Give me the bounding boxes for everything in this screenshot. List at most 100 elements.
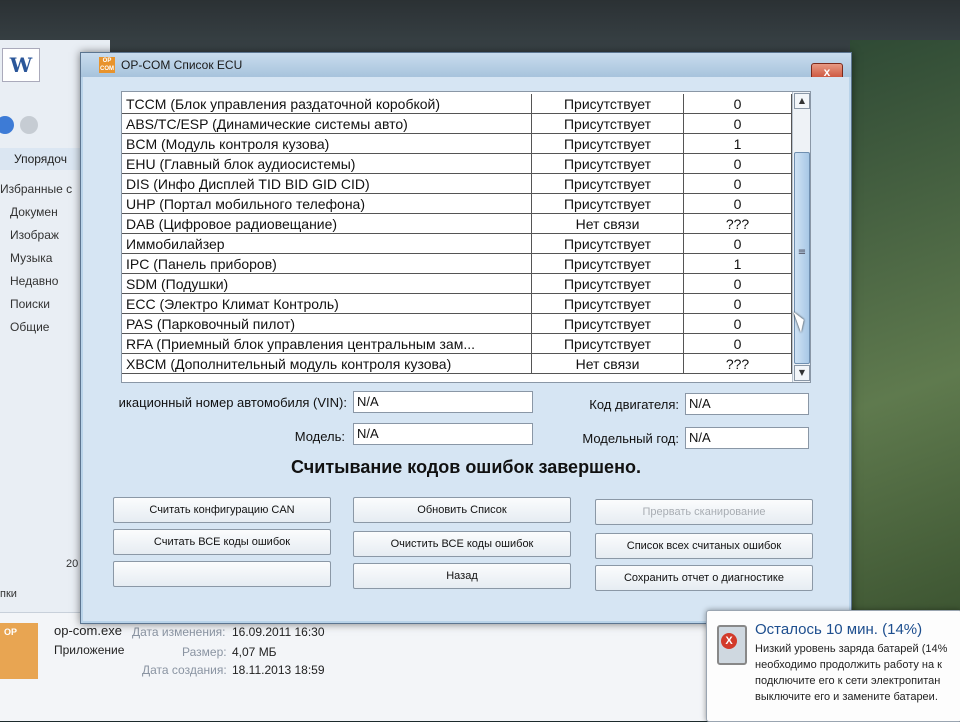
vin-label: икационный номер автомобиля (VIN): [118, 395, 347, 410]
ecu-name-cell: PAS (Парковочный пилот) [122, 314, 532, 334]
ecu-status-cell: Присутствует [532, 254, 684, 274]
ecu-name-cell: SDM (Подушки) [122, 274, 532, 294]
table-row[interactable]: Иммобилайзер Присутствует 0 [122, 234, 792, 254]
ecu-code-cell: 0 [684, 174, 792, 194]
back-button[interactable]: Назад [353, 563, 571, 589]
ecu-status-cell: Присутствует [532, 274, 684, 294]
ecu-code-cell: ??? [684, 214, 792, 234]
ecu-status-cell: Присутствует [532, 94, 684, 114]
status-message: Считывание кодов ошибок завершено. [291, 457, 641, 477]
nav-documents[interactable]: Докумен [0, 201, 78, 224]
nav-recent[interactable]: Недавно [0, 270, 78, 293]
table-row[interactable]: TCCM (Блок управления раздаточной коробк… [122, 94, 792, 114]
ecu-name-cell: Иммобилайзер [122, 234, 532, 254]
ecu-name-cell: BCM (Модуль контроля кузова) [122, 134, 532, 154]
refresh-list-button[interactable]: Обновить Список [353, 497, 571, 523]
ecu-name-cell: DIS (Инфо Дисплей TID BID GID CID) [122, 174, 532, 194]
ecu-code-cell: 0 [684, 314, 792, 334]
ecu-code-cell: 0 [684, 334, 792, 354]
ecu-name-cell: EHU (Главный блок аудиосистемы) [122, 154, 532, 174]
scroll-down-icon[interactable]: ▼ [794, 365, 810, 381]
ecu-code-cell: 1 [684, 254, 792, 274]
modified-label: Дата изменения: [132, 625, 226, 639]
app-file-icon: OP [0, 623, 38, 679]
year-field[interactable]: N/A [685, 427, 809, 449]
read-can-config-button[interactable]: Считать конфигурацию CAN [113, 497, 331, 523]
ecu-status-cell: Присутствует [532, 154, 684, 174]
table-row[interactable]: BCM (Модуль контроля кузова) Присутствует… [122, 134, 792, 154]
details-pane: OP op-com.exe Приложение Дата изменения:… [0, 612, 720, 721]
table-scrollbar[interactable]: ▲ ≡ ▼ [792, 92, 810, 382]
ecu-status-cell: Присутствует [532, 334, 684, 354]
table-row[interactable]: ECC (Электро Климат Контроль) Присутствуе… [122, 294, 792, 314]
battery-warning-icon: X [721, 633, 737, 649]
nav-folders[interactable]: пки [0, 588, 17, 600]
vin-field[interactable]: N/A [353, 391, 533, 413]
ecu-code-cell: 0 [684, 154, 792, 174]
save-report-button[interactable]: Сохранить отчет о диагностике [595, 565, 813, 591]
nav-searches[interactable]: Поиски [0, 293, 78, 316]
ecu-code-cell: 1 [684, 134, 792, 154]
table-row[interactable]: SDM (Подушки) Присутствует 0 [122, 274, 792, 294]
window-title: OP-COM Список ECU [121, 58, 243, 72]
table-row[interactable]: XBCM (Дополнительный модуль контроля куз… [122, 354, 792, 374]
ecu-name-cell: ABS/TC/ESP (Динамические системы авто) [122, 114, 532, 134]
engine-label: Код двигателя: [589, 397, 679, 412]
title-bar[interactable]: OP COM OP-COM Список ECU [81, 53, 851, 77]
battery-line-3: подключите его к сети электропитан [755, 675, 941, 687]
ecu-name-cell: TCCM (Блок управления раздаточной коробк… [122, 94, 532, 114]
abort-scan-button[interactable]: Прервать сканирование [595, 499, 813, 525]
battery-line-4: выключите его и замените батареи. [755, 691, 938, 703]
model-label: Модель: [294, 429, 345, 444]
clear-all-codes-button[interactable]: Очистить ВСЕ коды ошибок [353, 531, 571, 557]
ecu-name-cell: UHP (Портал мобильного телефона) [122, 194, 532, 214]
size-label: Размер: [182, 645, 227, 659]
table-row[interactable]: EHU (Главный блок аудиосистемы) Присутств… [122, 154, 792, 174]
created-label: Дата создания: [142, 663, 227, 677]
engine-field[interactable]: N/A [685, 393, 809, 415]
read-all-codes-button[interactable]: Считать ВСЕ коды ошибок [113, 529, 331, 555]
ecu-name-cell: DAB (Цифровое радиовещание) [122, 214, 532, 234]
forward-nav-icon[interactable] [20, 116, 38, 134]
nav-music[interactable]: Музыка [0, 247, 78, 270]
ecu-code-cell: 0 [684, 94, 792, 114]
ecu-status-cell: Присутствует [532, 174, 684, 194]
nav-public[interactable]: Общие [0, 316, 78, 339]
file-type: Приложение [54, 643, 125, 657]
list-all-codes-button[interactable]: Список всех считаных ошибок [595, 533, 813, 559]
size-value: 4,07 МБ [232, 645, 277, 659]
explorer-count: 20 [66, 558, 79, 570]
battery-line-1: Низкий уровень заряда батарей (14% [755, 643, 948, 655]
ecu-name-cell: XBCM (Дополнительный модуль контроля куз… [122, 354, 532, 374]
table-row[interactable]: UHP (Портал мобильного телефона) Присутст… [122, 194, 792, 214]
ecu-status-cell: Присутствует [532, 194, 684, 214]
table-row[interactable]: IPC (Панель приборов) Присутствует 1 [122, 254, 792, 274]
table-row[interactable]: ABS/TC/ESP (Динамические системы авто) Пр… [122, 114, 792, 134]
scroll-thumb[interactable]: ≡ [794, 152, 810, 364]
model-field[interactable]: N/A [353, 423, 533, 445]
ecu-status-cell: Присутствует [532, 134, 684, 154]
ecu-status-cell: Присутствует [532, 234, 684, 254]
ecu-status-cell: Присутствует [532, 314, 684, 334]
desktop-wallpaper [850, 40, 960, 620]
desktop-background [0, 0, 960, 60]
table-row[interactable]: RFA (Приемный блок управления центральны… [122, 334, 792, 354]
modified-value: 16.09.2011 16:30 [232, 625, 325, 639]
ecu-status-cell: Присутствует [532, 294, 684, 314]
nav-favorites[interactable]: Избранные с [0, 178, 78, 201]
scroll-up-icon[interactable]: ▲ [794, 93, 810, 109]
table-row[interactable]: DIS (Инфо Дисплей TID BID GID CID) Присут… [122, 174, 792, 194]
file-name: op-com.exe [54, 623, 122, 638]
battery-notification[interactable]: X Осталось 10 мин. (14%) Низкий уровень … [706, 610, 960, 722]
window-client: XBCM (Дополнительный модуль контроля куз… [83, 77, 849, 621]
ecu-table: XBCM (Дополнительный модуль контроля куз… [121, 91, 811, 383]
ecu-code-cell: ??? [684, 354, 792, 374]
nav-images[interactable]: Изображ [0, 224, 78, 247]
battery-line-2: необходимо продолжить работу на к [755, 659, 942, 671]
table-row[interactable]: PAS (Парковочный пилот) Присутствует 0 [122, 314, 792, 334]
empty-button[interactable] [113, 561, 331, 587]
ecu-status-cell: Нет связи [532, 214, 684, 234]
word-icon[interactable]: W [2, 48, 40, 82]
ecu-code-cell: 0 [684, 114, 792, 134]
table-row[interactable]: DAB (Цифровое радиовещание) Нет связи??? [122, 214, 792, 234]
